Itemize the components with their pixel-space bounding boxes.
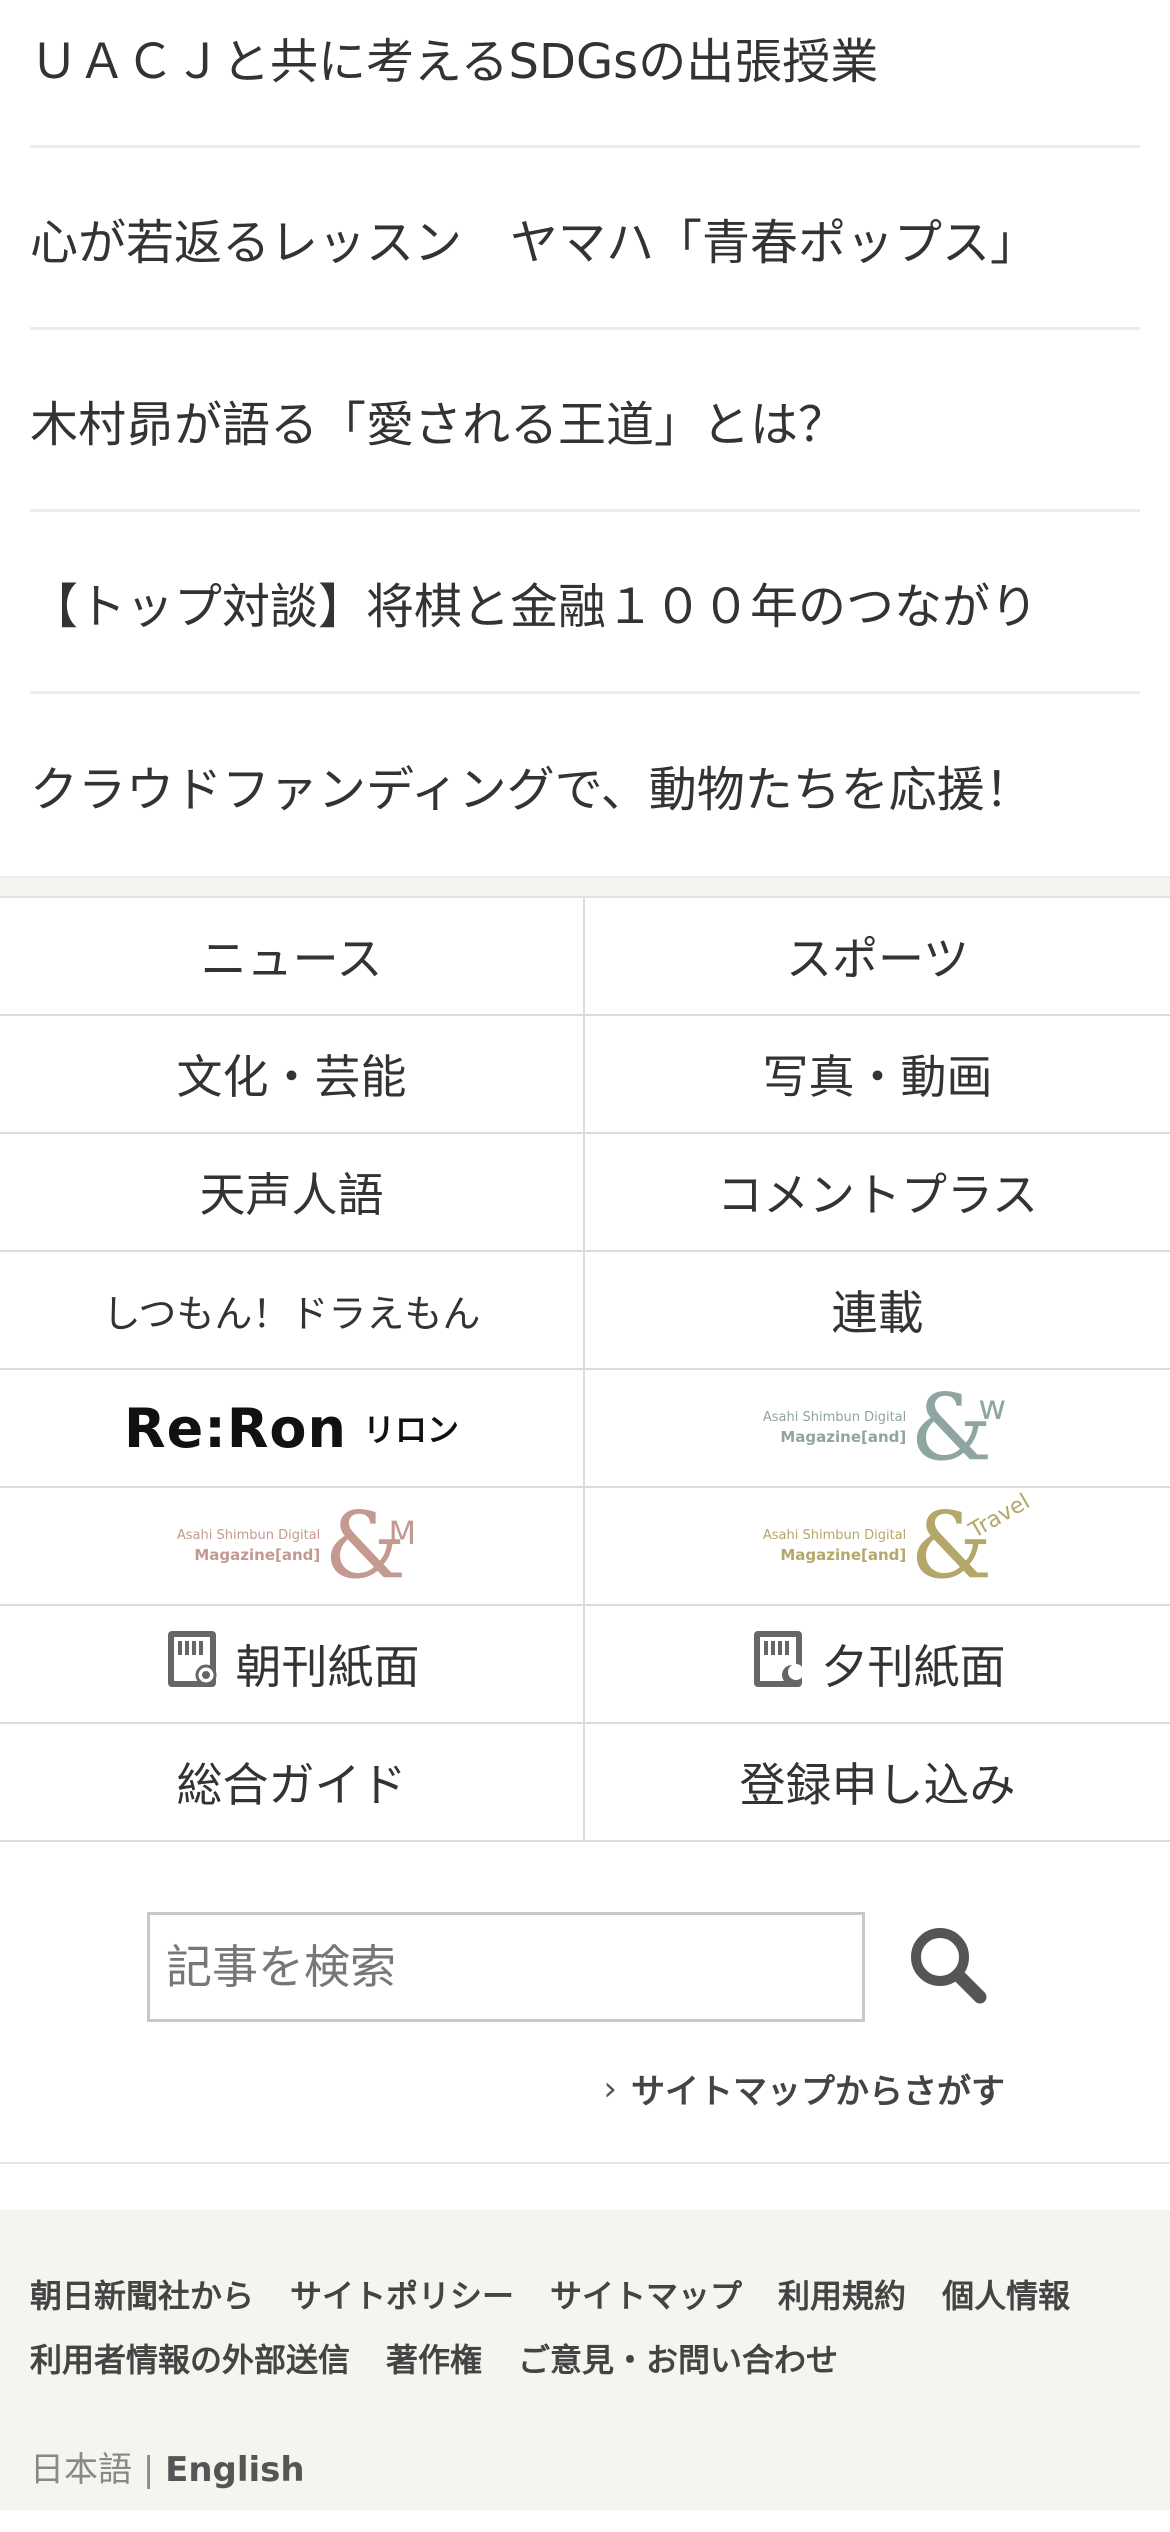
promo-item[interactable]: 木村昴が語る「愛される王道」とは？ — [30, 330, 1140, 512]
sitemap-link-label: サイトマップからさがす — [631, 2072, 1005, 2112]
footer-links: 朝日新聞社から サイトポリシー サイトマップ 利用規約 個人情報 利用者情報の外部送信著… — [30, 2264, 1140, 2392]
nav-morning-paper[interactable]: 朝刊紙面 — [0, 1606, 585, 1724]
footer-link[interactable]: サイトマップ — [550, 2277, 742, 2315]
morning-paper-label: 朝刊紙面 — [235, 1640, 420, 1694]
promo-item[interactable]: 心が若返るレッスン ヤマハ「青春ポップス」 — [30, 148, 1140, 330]
lang-english[interactable]: English — [165, 2450, 305, 2490]
promo-item[interactable]: ＵＡＣＪと共に考えるSDGsの出張授業 — [30, 0, 1140, 148]
nav-register[interactable]: 登録申し込み — [585, 1724, 1170, 1842]
promo-item[interactable]: クラウドファンディングで、動物たちを応援！ — [30, 694, 1140, 876]
search-button[interactable] — [900, 1917, 1000, 2017]
lang-separator: | — [142, 2450, 155, 2490]
nav-evening-paper[interactable]: 夕刊紙面 — [585, 1606, 1170, 1724]
nav-reron-logo[interactable]: Re:Ron リロン — [0, 1370, 585, 1488]
nav-and-w-logo[interactable]: Asahi Shimbun Digital Magazine[and] & w — [585, 1370, 1170, 1488]
nav-comment-plus[interactable]: コメントプラス — [585, 1134, 1170, 1252]
nav-sports[interactable]: スポーツ — [585, 898, 1170, 1016]
reron-logo-kana: リロン — [362, 1411, 459, 1449]
mag-line1: Asahi Shimbun Digital — [762, 1528, 907, 1544]
nav-photo-video[interactable]: 写真・動画 — [585, 1016, 1170, 1134]
footer: 朝日新聞社から サイトポリシー サイトマップ 利用規約 個人情報 利用者情報の外部送信著… — [0, 2210, 1170, 2510]
footer-link[interactable]: サイトポリシー — [290, 2277, 514, 2315]
nav-rensai[interactable]: 連載 — [585, 1252, 1170, 1370]
footer-link[interactable]: 朝日新聞社から — [30, 2277, 254, 2315]
footer-link[interactable]: 利用規約 — [778, 2277, 906, 2315]
nav-grid: ニュース スポーツ 文化・芸能 写真・動画 天声人語 コメントプラス しつもん！… — [0, 896, 1170, 1842]
m-suffix: M — [388, 1514, 417, 1552]
mag-line2: Magazine[and] — [780, 1427, 907, 1446]
mag-line2: Magazine[and] — [780, 1545, 907, 1564]
evening-paper-label: 夕刊紙面 — [821, 1640, 1006, 1694]
promo-list: ＵＡＣＪと共に考えるSDGsの出張授業 心が若返るレッスン ヤマハ「青春ポップス… — [0, 0, 1170, 876]
nav-and-m-logo[interactable]: Asahi Shimbun Digital Magazine[and] & M — [0, 1488, 585, 1606]
section-separator — [0, 876, 1170, 896]
promo-item[interactable]: 【トップ対談】将棋と金融１００年のつながり — [30, 512, 1140, 694]
footer-link[interactable]: 個人情報 — [942, 2277, 1070, 2315]
mag-line1: Asahi Shimbun Digital — [762, 1410, 907, 1426]
footer-link[interactable]: 利用者情報の外部送信 — [30, 2341, 350, 2379]
nav-tensei-jingo[interactable]: 天声人語 — [0, 1134, 585, 1252]
nav-and-travel-logo[interactable]: Asahi Shimbun Digital Magazine[and] & Tr… — [585, 1488, 1170, 1606]
lang-japanese[interactable]: 日本語 — [30, 2450, 132, 2490]
search-section: › サイトマップからさがす — [0, 1842, 1170, 2164]
footer-link[interactable]: ご意見・お問い合わせ — [518, 2341, 838, 2379]
nav-news[interactable]: ニュース — [0, 898, 585, 1016]
mag-line1: Asahi Shimbun Digital — [176, 1528, 321, 1544]
language-switcher: 日本語 | English — [30, 2442, 1140, 2491]
search-icon — [911, 1928, 987, 2004]
nav-guide[interactable]: 総合ガイド — [0, 1724, 585, 1842]
w-suffix: w — [978, 1388, 1007, 1428]
nav-shitsumon-doraemon[interactable]: しつもん！ドラえもん — [0, 1252, 585, 1370]
nav-culture[interactable]: 文化・芸能 — [0, 1016, 585, 1134]
chevron-right-icon: › — [603, 2068, 617, 2109]
search-input[interactable] — [147, 1912, 865, 2022]
newspaper-moon-icon — [750, 1627, 808, 1702]
footer-link[interactable]: 著作権 — [386, 2341, 482, 2379]
mag-line2: Magazine[and] — [194, 1545, 321, 1564]
reron-logo-text: Re:Ron — [124, 1396, 347, 1460]
newspaper-sun-icon — [164, 1627, 222, 1702]
sitemap-search-link[interactable]: › サイトマップからさがす — [603, 2064, 1005, 2113]
